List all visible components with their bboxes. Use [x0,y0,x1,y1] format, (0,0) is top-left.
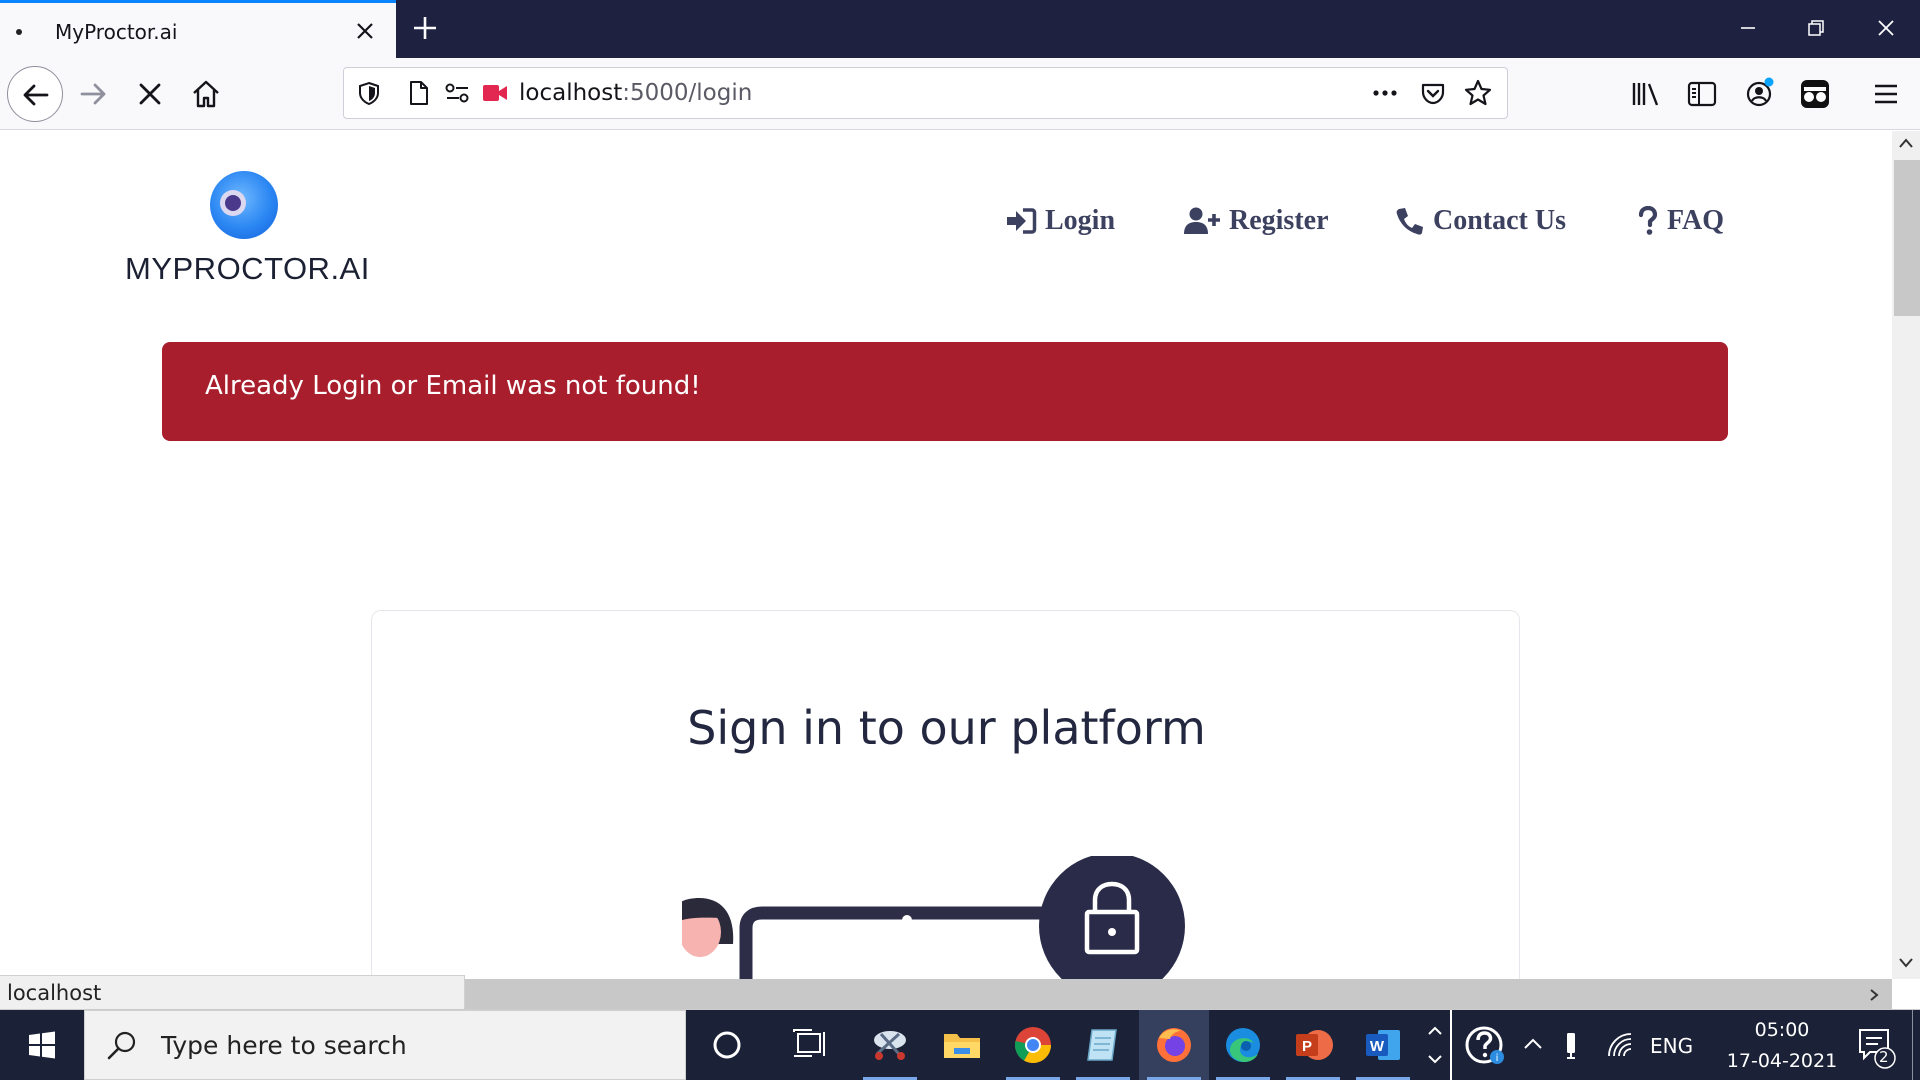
notification-icon [1859,1029,1896,1069]
taskbar-app-powerpoint[interactable]: P [1278,1010,1348,1080]
signin-card: Sign in to our platform [371,610,1520,979]
nav-register-link[interactable]: Register [1183,203,1329,239]
camera-sharing-icon[interactable] [481,81,509,105]
svg-text:P: P [1302,1038,1312,1055]
clock-date[interactable]: 17-04-2021 [1712,1050,1852,1072]
restore-icon[interactable] [1802,14,1830,42]
notification-count: 2 [1879,1048,1889,1066]
nav-faq-link[interactable]: FAQ [1637,203,1724,239]
svg-text:W: W [1370,1038,1385,1055]
back-button[interactable] [7,66,63,122]
taskbar-app-edge[interactable] [1208,1010,1278,1080]
url-text[interactable]: localhost:5000/login [519,80,752,106]
taskbar-search-box[interactable]: Type here to search [84,1010,686,1080]
cortana-icon[interactable] [692,1010,762,1080]
logo-pupil-icon [225,195,241,211]
show-desktop-button[interactable] [1912,1010,1920,1080]
scroll-down-icon[interactable] [1898,957,1914,969]
language-indicator[interactable]: ENG [1650,1034,1693,1058]
wifi-icon[interactable] [1605,1030,1635,1060]
brand-name[interactable]: MYPROCTOR.AI [125,251,370,287]
svg-text:i: i [1496,1053,1499,1064]
nav-register-label: Register [1229,205,1329,236]
firefox-icon [1157,1028,1191,1062]
search-placeholder: Type here to search [161,1031,407,1060]
windows-taskbar: Type here to search P W i ENG 05:00 17-0… [0,1010,1920,1080]
tab-strip: MyProctor.ai [0,0,1920,58]
taskbar-divider [1450,1010,1452,1080]
notepad-icon [1087,1029,1117,1061]
show-hidden-icons-icon[interactable] [1522,1032,1544,1056]
alert-message: Already Login or Email was not found! [205,371,701,401]
nav-login-label: Login [1045,205,1116,236]
nav-login-link[interactable]: Login [1005,203,1115,239]
word-icon: W [1366,1030,1400,1060]
signin-title: Sign in to our platform [687,701,1206,755]
bookmark-star-icon[interactable] [1463,78,1493,108]
taskbar-scroll-arrows-icon[interactable] [1422,1018,1448,1072]
file-explorer-icon[interactable] [927,1010,997,1080]
back-arrow-icon [23,84,49,106]
taskbar-app-firefox[interactable] [1139,1010,1209,1080]
snipping-tool-icon [874,1031,906,1060]
nav-contact-label: Contact Us [1433,205,1566,236]
help-icon[interactable]: i [1464,1024,1506,1066]
horizontal-scrollbar[interactable] [465,979,1892,1009]
library-icon[interactable] [1628,76,1664,112]
task-view-icon[interactable] [777,1010,847,1080]
navigation-bar: localhost:5000/login [0,58,1920,130]
scroll-right-icon[interactable] [1868,988,1880,1002]
battery-icon[interactable] [1560,1030,1582,1060]
search-icon [107,1031,136,1060]
status-bar: localhost [0,975,465,1009]
user-plus-icon [1184,207,1220,234]
minimize-icon[interactable] [1734,14,1762,42]
home-icon[interactable] [188,76,224,112]
new-tab-icon[interactable] [411,14,439,42]
browser-tab[interactable]: MyProctor.ai [0,0,396,58]
scroll-up-icon[interactable] [1898,137,1914,149]
permissions-icon[interactable] [444,80,472,106]
tracking-shield-icon[interactable] [356,80,382,106]
nav-contact-link[interactable]: Contact Us [1395,203,1566,239]
pocket-icon[interactable] [1419,79,1447,107]
hamburger-menu-icon[interactable] [1868,76,1904,112]
notification-center-button[interactable]: 2 [1850,1022,1900,1070]
stop-loading-icon[interactable] [132,76,168,112]
chrome-icon [1014,1027,1051,1064]
clock-time[interactable]: 05:00 [1737,1019,1827,1041]
signin-illustration [682,856,1185,979]
sidebar-toggle-icon[interactable] [1684,76,1720,112]
page-info-icon[interactable] [406,79,432,107]
taskbar-app-chrome[interactable] [998,1010,1068,1080]
account-icon[interactable] [1741,76,1777,112]
extension-icon[interactable] [1797,76,1833,112]
url-bar[interactable]: localhost:5000/login [343,67,1508,119]
forward-arrow-icon[interactable] [75,76,111,112]
powerpoint-icon: P [1296,1030,1333,1060]
close-tab-icon[interactable] [352,18,378,44]
nav-faq-label: FAQ [1667,205,1725,236]
question-icon [1638,206,1658,235]
tab-title: MyProctor.ai [55,20,178,44]
error-alert: Already Login or Email was not found! [162,342,1728,441]
edge-icon [1226,1028,1260,1062]
taskbar-app-word[interactable]: W [1348,1010,1418,1080]
tab-loading-dot [16,29,22,35]
close-window-icon[interactable] [1872,14,1900,42]
taskbar-app-notepad[interactable] [1068,1010,1138,1080]
phone-icon [1396,208,1423,235]
page-viewport: MYPROCTOR.AI Login Register Contact Us F… [0,131,1892,979]
windows-start-icon[interactable] [0,1010,84,1080]
sign-in-icon [1007,208,1037,234]
vertical-scroll-thumb[interactable] [1894,160,1920,316]
page-actions-menu-icon[interactable] [1370,80,1400,106]
taskbar-app-snipping-tool[interactable] [855,1010,925,1080]
